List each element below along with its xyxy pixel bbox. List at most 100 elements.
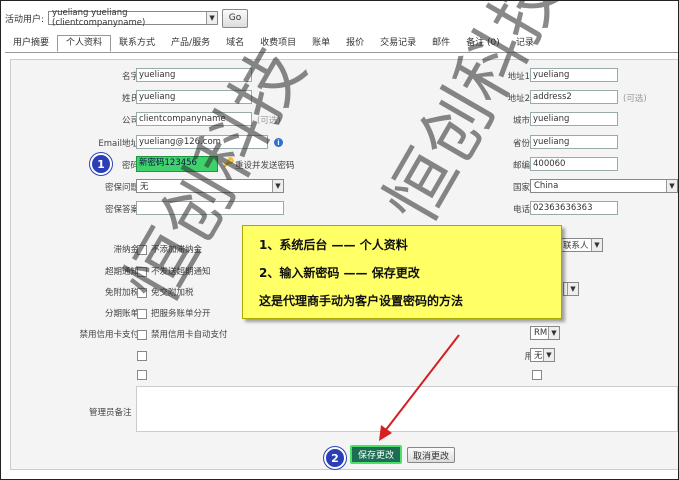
city-input[interactable]: yueliang (530, 112, 618, 126)
instruction-callout: 1、系统后台 —— 个人资料 2、输入新密码 —— 保存更改 这是代理商手动为客… (242, 225, 562, 319)
field-row-lastname: 姓氏 yueliang (11, 90, 411, 106)
group-select[interactable]: 无 ▼ (530, 348, 555, 362)
separate-invoices-option-text: 把服务账单分开 (151, 309, 211, 319)
overdue-checkbox[interactable] (137, 266, 147, 277)
address2-optional-hint: (可选) (623, 94, 647, 104)
address1-input[interactable]: yueliang (530, 68, 618, 82)
info-icon[interactable]: i (274, 138, 283, 147)
lastname-input[interactable]: yueliang (136, 90, 252, 104)
admin-notes-label: 管理员备注 (89, 408, 132, 418)
chevron-down-icon: ▼ (666, 180, 677, 192)
tax-exempt-option[interactable]: 免交附加税 (137, 286, 194, 298)
option-row-disable-cc: 禁用信用卡支付 禁用信用卡自动支付 (11, 326, 411, 342)
security-question-value: 无 (140, 182, 149, 192)
contact-value: 联系人 (563, 241, 589, 251)
group-value: 无 (534, 351, 543, 361)
phone-label: 电话 (512, 205, 530, 215)
reset-password-link[interactable]: 重设并发送密码 (235, 159, 295, 171)
window-frame: 活动用户: yueliang yueliang (clientcompanyna… (0, 0, 679, 480)
save-button[interactable]: 保存更改 (350, 445, 402, 464)
step-badge-2: 2 (324, 447, 346, 469)
country-value: China (534, 181, 559, 191)
go-button[interactable]: Go (222, 8, 249, 28)
tab-billable-items[interactable]: 收费项目 (252, 35, 304, 52)
phone-input[interactable]: 02363636363 (530, 201, 618, 215)
tab-summary[interactable]: 用户摘要 (5, 35, 57, 52)
chevron-down-icon: ▼ (591, 239, 602, 251)
chevron-down-icon: ▼ (543, 349, 554, 361)
disable-cc-checkbox[interactable] (137, 329, 147, 340)
security-answer-input[interactable] (136, 201, 284, 215)
tab-notes[interactable]: 备注 (0) (458, 35, 508, 52)
overdue-option-text: 不发送超期通知 (151, 267, 211, 277)
tab-domains[interactable]: 域名 (218, 35, 252, 52)
tab-invoices[interactable]: 账单 (304, 35, 338, 52)
email-input[interactable]: yueliang@126.com (136, 135, 268, 149)
tab-emails[interactable]: 邮件 (424, 35, 458, 52)
security-answer-label: 密保答案 (104, 205, 139, 215)
disable-cc-option[interactable]: 禁用信用卡自动支付 (137, 328, 228, 340)
late-fee-label: 滞纳金 (113, 245, 139, 255)
chevron-down-icon: ▼ (272, 180, 283, 192)
field-row-security-answer: 密保答案 (11, 201, 411, 217)
extra-checkbox-1[interactable] (137, 351, 151, 362)
active-user-bar: 活动用户: yueliang yueliang (clientcompanyna… (5, 8, 249, 28)
late-fee-option-text: 不添加滞纳金 (151, 245, 203, 255)
tab-quotes[interactable]: 报价 (338, 35, 372, 52)
right-checkbox[interactable] (532, 370, 546, 381)
contact-select[interactable]: 联系人 ▼ (559, 238, 603, 252)
tab-contacts[interactable]: 联系方式 (111, 35, 163, 52)
firstname-input[interactable]: yueliang (136, 68, 252, 82)
password-input[interactable]: 新密码123456 (136, 156, 218, 172)
chevron-down-icon: ▼ (567, 283, 578, 295)
security-question-label: 密保问题 (104, 183, 139, 193)
checkbox[interactable] (532, 370, 542, 380)
tab-log[interactable]: 记录 (508, 35, 542, 52)
overdue-option[interactable]: 不发送超期通知 (137, 265, 211, 277)
cancel-button[interactable]: 取消更改 (407, 447, 455, 463)
postcode-input[interactable]: 400060 (530, 157, 618, 171)
country-label: 国家 (512, 183, 530, 193)
currency-select[interactable]: RMB ▼ (530, 326, 560, 340)
field-row-email: Email地址 yueliang@126.com i (11, 135, 411, 151)
address2-input[interactable]: address2 (530, 90, 618, 104)
tax-exempt-option-text: 免交附加税 (151, 288, 194, 298)
field-row-password: 密码 新密码123456 🔑 重设并发送密码 (11, 156, 411, 173)
callout-line-3: 这是代理商手动为客户设置密码的方法 (259, 294, 464, 308)
callout-line-2: 2、输入新密码 —— 保存更改 (259, 266, 420, 280)
tab-bar: 用户摘要 个人资料 联系方式 产品/服务 域名 收费项目 账单 报价 交易记录 … (5, 35, 678, 53)
postcode-label: 邮编 (512, 161, 530, 171)
separate-invoices-option[interactable]: 把服务账单分开 (137, 307, 211, 319)
tab-transactions[interactable]: 交易记录 (372, 35, 424, 52)
active-user-label: 活动用户: (5, 14, 45, 25)
late-fee-checkbox[interactable] (137, 244, 147, 255)
state-input[interactable]: yueliang (530, 135, 618, 149)
active-user-value: yueliang yueliang (clientcompanyname) (52, 8, 146, 28)
checkbox[interactable] (137, 370, 147, 380)
active-user-select[interactable]: yueliang yueliang (clientcompanyname) ▼ (48, 8, 219, 28)
extra-checkbox-2[interactable] (137, 370, 151, 381)
chevron-down-icon: ▼ (548, 327, 559, 339)
hidden-select[interactable]: ▼ (563, 282, 579, 296)
disable-cc-option-text: 禁用信用卡自动支付 (151, 330, 228, 340)
separate-invoices-checkbox[interactable] (137, 308, 147, 319)
checkbox[interactable] (137, 351, 147, 361)
late-fee-option[interactable]: 不添加滞纳金 (137, 243, 202, 255)
callout-line-1: 1、系统后台 —— 个人资料 (259, 238, 408, 252)
company-input[interactable]: clientcompanyname (136, 112, 252, 126)
address2-label: 地址2 (507, 94, 530, 104)
tab-profile[interactable]: 个人资料 (57, 35, 112, 52)
field-row-company: 公司 clientcompanyname (可选) (11, 112, 411, 128)
admin-notes-textarea[interactable] (136, 386, 678, 432)
address1-label: 地址1 (507, 72, 530, 82)
tab-products[interactable]: 产品/服务 (163, 35, 218, 52)
tax-exempt-label: 免附加税 (104, 288, 139, 298)
field-row-security-question: 密保问题 无 ▼ (11, 179, 411, 195)
tax-exempt-checkbox[interactable] (137, 287, 147, 298)
email-label: Email地址 (98, 139, 139, 149)
country-select[interactable]: China ▼ (530, 179, 678, 193)
security-question-select[interactable]: 无 ▼ (136, 179, 284, 193)
city-label: 城市 (512, 116, 530, 126)
separate-invoices-label: 分期账单 (104, 309, 139, 319)
state-label: 省份 (512, 139, 530, 149)
